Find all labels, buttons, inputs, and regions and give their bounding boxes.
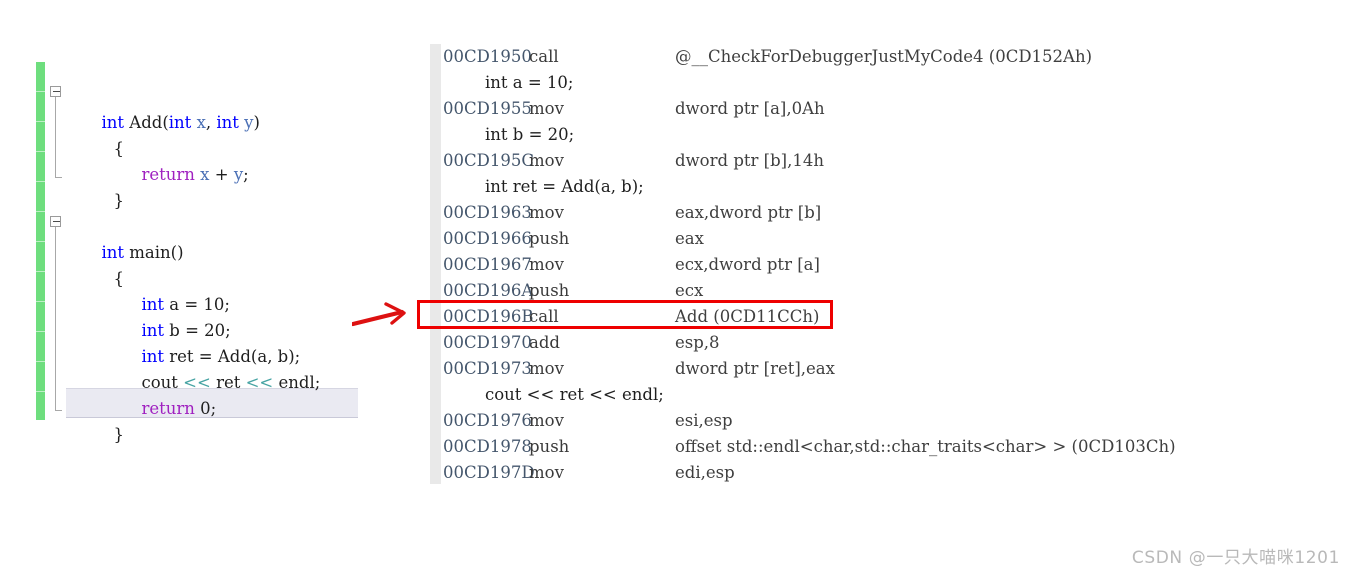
instruction-mnemonic: push: [529, 229, 570, 248]
instruction-address: 00CD1967: [443, 255, 532, 274]
disassembly-row-highlighted[interactable]: 00CD196Bcall Add (0CD11CCh): [443, 304, 819, 330]
disassembly-row[interactable]: 00CD1966push eax: [443, 226, 704, 252]
disassembly-source-line[interactable]: int b = 20;: [443, 122, 574, 148]
change-tracking-bar: [36, 62, 45, 420]
instruction-address: 00CD1950: [443, 47, 532, 66]
disassembly-source-line[interactable]: int a = 10;: [443, 70, 574, 96]
instruction-address: 00CD1955: [443, 99, 532, 118]
instruction-address: 00CD1970: [443, 333, 532, 352]
instruction-operands: dword ptr [ret],eax: [675, 359, 835, 378]
instruction-address: 00CD1978: [443, 437, 532, 456]
source-lines: int Add(int x, int y) { return x + y; } …: [70, 62, 358, 444]
instruction-mnemonic: mov: [529, 255, 564, 274]
disassembly-row[interactable]: 00CD195Cmov dword ptr [b],14h: [443, 148, 824, 174]
disassembly-row[interactable]: 00CD197Dmov edi,esp: [443, 460, 735, 484]
collapse-toggle-add-function[interactable]: [50, 86, 61, 97]
source-line[interactable]: }: [70, 156, 124, 210]
instruction-mnemonic: add: [529, 333, 560, 352]
disassembly-source-line[interactable]: int ret = Add(a, b);: [443, 174, 644, 200]
disassembly-row[interactable]: 00CD1950call @__CheckForDebuggerJustMyCod…: [443, 44, 1092, 70]
instruction-address: 00CD197D: [443, 463, 535, 482]
disassembly-view[interactable]: 00CD1950call @__CheckForDebuggerJustMyCod…: [430, 44, 1310, 484]
instruction-mnemonic: mov: [529, 463, 564, 482]
disassembly-row[interactable]: 00CD1978push offset std::endl<char,std::c…: [443, 434, 1176, 460]
instruction-operands: eax,dword ptr [b]: [675, 203, 822, 222]
instruction-operands: edi,esp: [675, 463, 735, 482]
disassembly-row[interactable]: 00CD1973mov dword ptr [ret],eax: [443, 356, 835, 382]
source-line[interactable]: }: [70, 390, 124, 444]
instruction-operands: esi,esp: [675, 411, 733, 430]
disassembly-row[interactable]: 00CD1955mov dword ptr [a],0Ah: [443, 96, 825, 122]
outline-guide-foot-main: [55, 410, 62, 411]
red-arrow-annotation: [352, 302, 406, 327]
instruction-operands: offset std::endl<char,std::char_traits<c…: [675, 437, 1176, 456]
watermark: CSDN @一只大喵咪1201: [1131, 548, 1340, 568]
disassembly-row[interactable]: 00CD1963mov eax,dword ptr [b]: [443, 200, 821, 226]
instruction-mnemonic: push: [529, 281, 570, 300]
source-code-editor[interactable]: int Add(int x, int y) { return x + y; } …: [36, 62, 358, 444]
instruction-address: 00CD196B: [443, 307, 534, 326]
disassembly-row[interactable]: 00CD196Apush ecx: [443, 278, 703, 304]
outlining-column[interactable]: [50, 62, 66, 420]
instruction-mnemonic: mov: [529, 411, 564, 430]
disassembly-row[interactable]: 00CD1970add esp,8: [443, 330, 720, 356]
instruction-operands: dword ptr [b],14h: [675, 151, 824, 170]
instruction-address: 00CD1963: [443, 203, 532, 222]
disassembly-gutter[interactable]: [430, 44, 441, 484]
instruction-address: 00CD196A: [443, 281, 534, 300]
instruction-address: 00CD195C: [443, 151, 534, 170]
instruction-mnemonic: mov: [529, 359, 564, 378]
instruction-mnemonic: mov: [529, 151, 564, 170]
instruction-address: 00CD1966: [443, 229, 532, 248]
instruction-operands: ecx,dword ptr [a]: [675, 255, 820, 274]
outline-guide-add: [55, 97, 56, 177]
instruction-mnemonic: mov: [529, 99, 564, 118]
instruction-mnemonic: push: [529, 437, 570, 456]
instruction-address: 00CD1973: [443, 359, 532, 378]
disassembly-source-line[interactable]: cout << ret << endl;: [443, 382, 664, 408]
collapse-toggle-main-function[interactable]: [50, 216, 61, 227]
instruction-operands: eax: [675, 229, 704, 248]
instruction-mnemonic: call: [529, 307, 559, 326]
instruction-address: 00CD1976: [443, 411, 532, 430]
instruction-operands: esp,8: [675, 333, 720, 352]
disassembly-row[interactable]: 00CD1976mov esi,esp: [443, 408, 733, 434]
instruction-operands: @__CheckForDebuggerJustMyCode4 (0CD152Ah…: [675, 47, 1093, 66]
outline-guide-foot-add: [55, 177, 62, 178]
instruction-mnemonic: call: [529, 47, 559, 66]
disassembly-row[interactable]: 00CD1967mov ecx,dword ptr [a]: [443, 252, 820, 278]
instruction-operands: dword ptr [a],0Ah: [675, 99, 825, 118]
instruction-mnemonic: mov: [529, 203, 564, 222]
instruction-operands: ecx: [675, 281, 704, 300]
instruction-operands: Add (0CD11CCh): [675, 307, 820, 326]
outline-guide-main: [55, 227, 56, 410]
